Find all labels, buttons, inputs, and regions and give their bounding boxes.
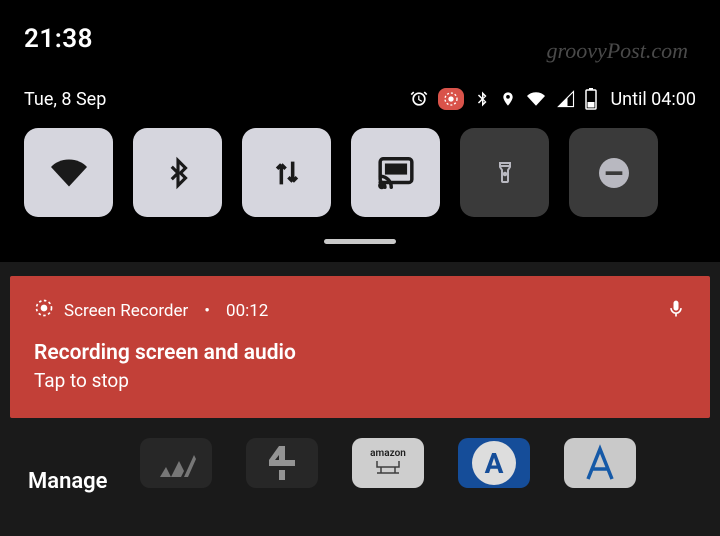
app-icon-a-blue[interactable]: A [458,438,530,488]
notification-time: 00:12 [226,301,268,321]
location-icon [500,88,516,110]
notification-title: Recording screen and audio [34,341,686,365]
microphone-icon[interactable] [666,296,686,326]
tile-bluetooth[interactable] [133,128,222,217]
status-icons: Until 04:00 [409,88,696,110]
tile-dnd[interactable] [569,128,658,217]
app-icon-adidas[interactable] [140,438,212,488]
bottom-row: Manage amazon A [0,418,720,488]
tile-cast[interactable] [351,128,440,217]
app-icon-channel4[interactable] [246,438,318,488]
notification-subtitle: Tap to stop [34,369,686,392]
battery-icon [585,88,597,110]
signal-icon [556,90,576,108]
tile-data[interactable] [242,128,331,217]
drag-handle[interactable] [324,239,396,244]
quick-settings-tiles [24,128,696,217]
notification-shade: 21:38 groovyPost.com Tue, 8 Sep [0,0,720,262]
alarm-icon [409,89,429,109]
date-label: Tue, 8 Sep [24,89,106,110]
notification-screen-recorder[interactable]: Screen Recorder • 00:12 Recording screen… [10,276,710,418]
app-icon-amazon[interactable]: amazon [352,438,424,488]
app-drawer-row: amazon A [140,438,636,488]
separator: • [204,301,210,321]
status-bar: Tue, 8 Sep Until 04:00 [24,88,696,110]
tile-wifi[interactable] [24,128,113,217]
watermark: groovyPost.com [546,38,688,64]
screen-record-icon [34,298,54,323]
notification-app-name: Screen Recorder [64,301,188,321]
app-icon-a-outline[interactable] [564,438,636,488]
tile-flashlight[interactable] [460,128,549,217]
bluetooth-icon [473,89,491,109]
until-label: Until 04:00 [610,89,696,110]
screen-record-icon [438,88,464,110]
manage-button[interactable]: Manage [28,469,108,494]
notification-header: Screen Recorder • 00:12 [34,298,686,323]
wifi-icon [525,90,547,108]
